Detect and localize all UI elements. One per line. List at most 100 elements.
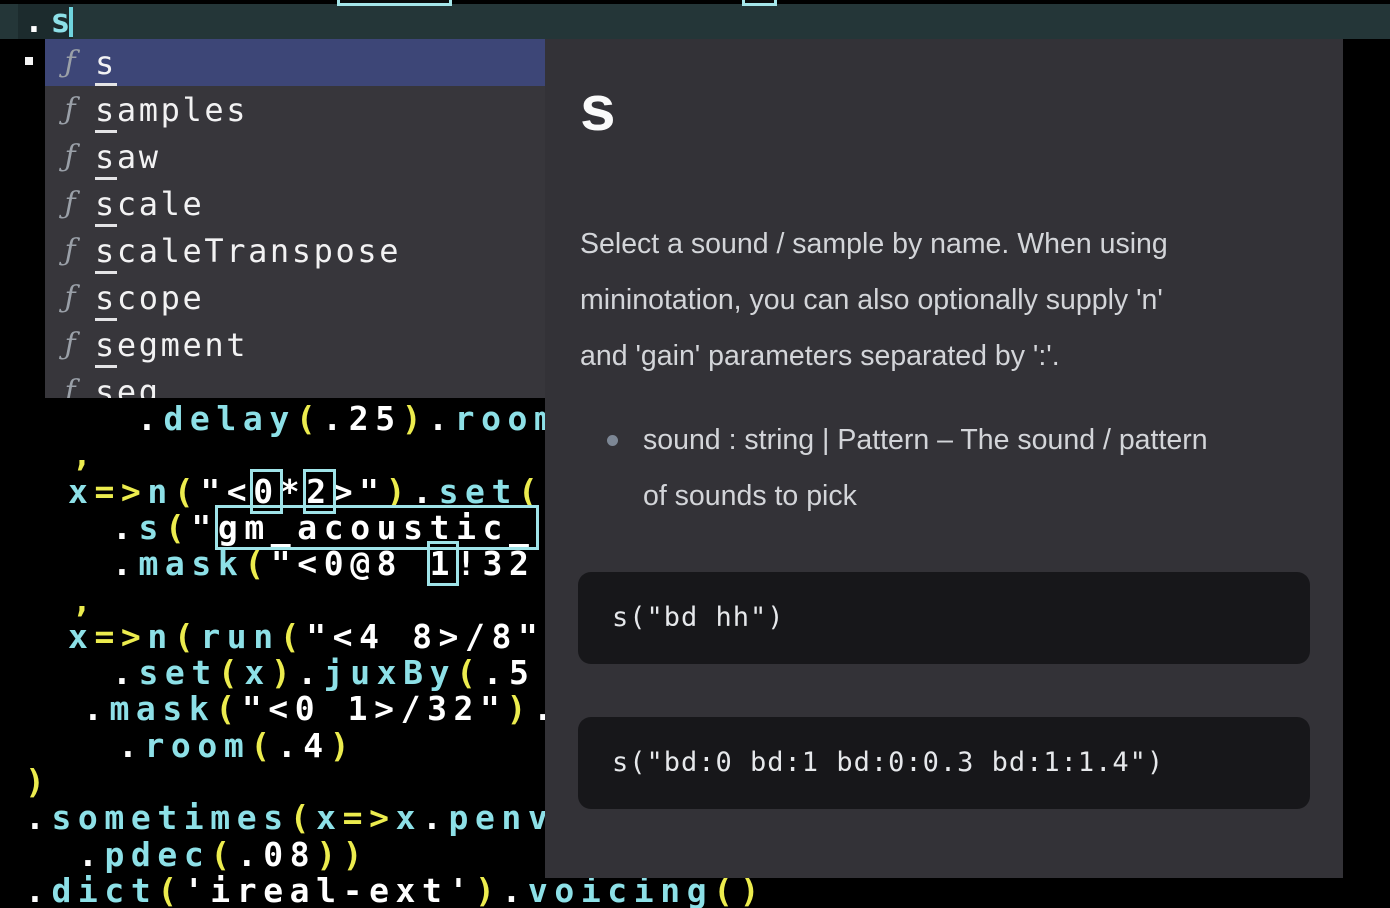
code-token: . — [112, 508, 138, 547]
code-token: .08 — [237, 835, 316, 874]
code-token: => — [94, 472, 147, 511]
highlighted-token: gm_acoustic_ — [218, 508, 536, 547]
code-token: ) — [271, 653, 297, 692]
autocomplete-item-scope[interactable]: ƒscope — [45, 274, 545, 321]
code-token: ( — [280, 617, 306, 656]
code-line: .set(x).juxBy(.5 — [112, 655, 536, 691]
function-icon: ƒ — [57, 321, 83, 368]
code-token: . — [112, 653, 138, 692]
code-token: x — [68, 617, 94, 656]
code-token: => — [343, 798, 396, 837]
code-token: ( — [165, 508, 191, 547]
code-line: .pdec(.08)) — [78, 837, 369, 873]
code-token: ( — [290, 798, 316, 837]
autocomplete-item-label: saw — [95, 137, 161, 177]
code-token: . — [412, 472, 438, 511]
code-token: ( — [296, 399, 322, 438]
doc-example-block: s("bd:0 bd:1 bd:0:0.3 bd:1:1.4") — [578, 717, 1310, 809]
code-line: x=>n(run("<4 8>/8" — [68, 619, 544, 655]
doc-example-code: s("bd hh") — [612, 572, 785, 664]
code-token: "<4 8>/8" — [306, 617, 544, 656]
code-token: " — [191, 508, 217, 547]
code-token: => — [94, 617, 147, 656]
bullet-icon — [607, 435, 618, 446]
code-line: ) — [25, 764, 51, 800]
code-token: room — [144, 726, 250, 765]
function-icon: ƒ — [57, 180, 83, 227]
doc-description: Select a sound / sample by name. When us… — [580, 216, 1305, 384]
autocomplete-item-label: scope — [95, 278, 204, 318]
code-token: ( — [174, 472, 200, 511]
code-token: set — [439, 472, 518, 511]
doc-description-line: and 'gain' parameters separated by ':'. — [580, 328, 1305, 384]
highlighted-token: 1 — [430, 544, 456, 583]
code-token: , — [72, 435, 98, 474]
doc-parameter-line: of sounds to pick — [643, 468, 1318, 524]
function-icon: ƒ — [57, 274, 83, 321]
code-line: .mask("<0 1>/32"). — [83, 691, 559, 727]
code-token: .25 — [322, 399, 401, 438]
autocomplete-item-label: segment — [95, 325, 248, 365]
code-token: ) — [25, 762, 51, 801]
code-token: >" — [333, 472, 386, 511]
code-token: ) — [475, 871, 501, 908]
code-token: . — [78, 835, 104, 874]
function-icon: ƒ — [57, 227, 83, 274]
code-token: . — [83, 689, 109, 728]
code-dot — [25, 57, 33, 65]
function-icon: ƒ — [57, 39, 83, 86]
code-token: .4 — [277, 726, 330, 765]
text-cursor — [69, 7, 73, 37]
code-token: set — [138, 653, 217, 692]
code-token: ) — [386, 472, 412, 511]
code-token: "<0 1>/32" — [242, 689, 507, 728]
code-token: . — [25, 871, 51, 908]
code-token: ( — [210, 835, 236, 874]
autocomplete-item-s[interactable]: ƒs — [45, 39, 545, 86]
code-token: ( — [218, 653, 244, 692]
code-token: ( — [518, 472, 544, 511]
doc-parameter-line: sound : string | Pattern – The sound / p… — [643, 412, 1318, 468]
autocomplete-dropdown: ƒsƒsamplesƒsawƒscaleƒscaleTransposeƒscop… — [45, 39, 545, 398]
autocomplete-item-label: samples — [95, 90, 248, 130]
code-token: . — [297, 653, 323, 692]
code-token: mask — [138, 544, 244, 583]
code-line: .dict('ireal-ext').voicing() — [25, 873, 766, 908]
function-icon: ƒ — [57, 133, 83, 180]
doc-example-code: s("bd:0 bd:1 bd:0:0.3 bd:1:1.4") — [612, 717, 1164, 809]
autocomplete-item-scaleTranspose[interactable]: ƒ scaleTranspose — [45, 227, 545, 274]
code-line: x=>n("<0*2>").set( — [68, 474, 544, 510]
editor-active-line[interactable]: .s — [0, 4, 1390, 39]
highlight-fragment — [742, 0, 777, 6]
doc-example-block: s("bd hh") — [578, 572, 1310, 664]
code-token: ) — [402, 399, 428, 438]
code-token: .5 — [483, 653, 536, 692]
autocomplete-item-saw[interactable]: ƒsaw — [45, 133, 545, 180]
code-token: x — [68, 472, 94, 511]
code-token: ) — [507, 689, 533, 728]
doc-description-line: mininotation, you can also optionally su… — [580, 272, 1305, 328]
autocomplete-item-segment[interactable]: ƒ segment — [45, 321, 545, 368]
code-token: ( — [456, 653, 482, 692]
autocomplete-item-seg[interactable]: ƒseg — [45, 368, 545, 398]
code-token: . — [24, 1, 50, 40]
autocomplete-item-scale[interactable]: ƒscale — [45, 180, 545, 227]
highlighted-token: 0 — [253, 472, 279, 511]
doc-title: s — [580, 71, 616, 145]
autocomplete-item-samples[interactable]: ƒsamples — [45, 86, 545, 133]
code-line: .s("gm_acoustic_ — [112, 510, 536, 546]
code-line: .delay(.25).room — [137, 401, 561, 437]
code-token: s — [138, 508, 164, 547]
code-token: )) — [316, 835, 369, 874]
doc-panel: s Select a sound / sample by name. When … — [545, 39, 1343, 878]
code-token: pdec — [104, 835, 210, 874]
code-token: . — [422, 798, 448, 837]
function-icon: ƒ — [57, 368, 83, 398]
doc-description-line: Select a sound / sample by name. When us… — [580, 216, 1305, 272]
doc-parameter: sound : string | Pattern – The sound / p… — [643, 412, 1318, 524]
autocomplete-item-label: scaleTranspose — [95, 231, 401, 271]
code-token: ) — [330, 726, 356, 765]
autocomplete-item-label: s — [95, 43, 117, 83]
code-token: dict — [51, 871, 157, 908]
code-token: x — [316, 798, 342, 837]
